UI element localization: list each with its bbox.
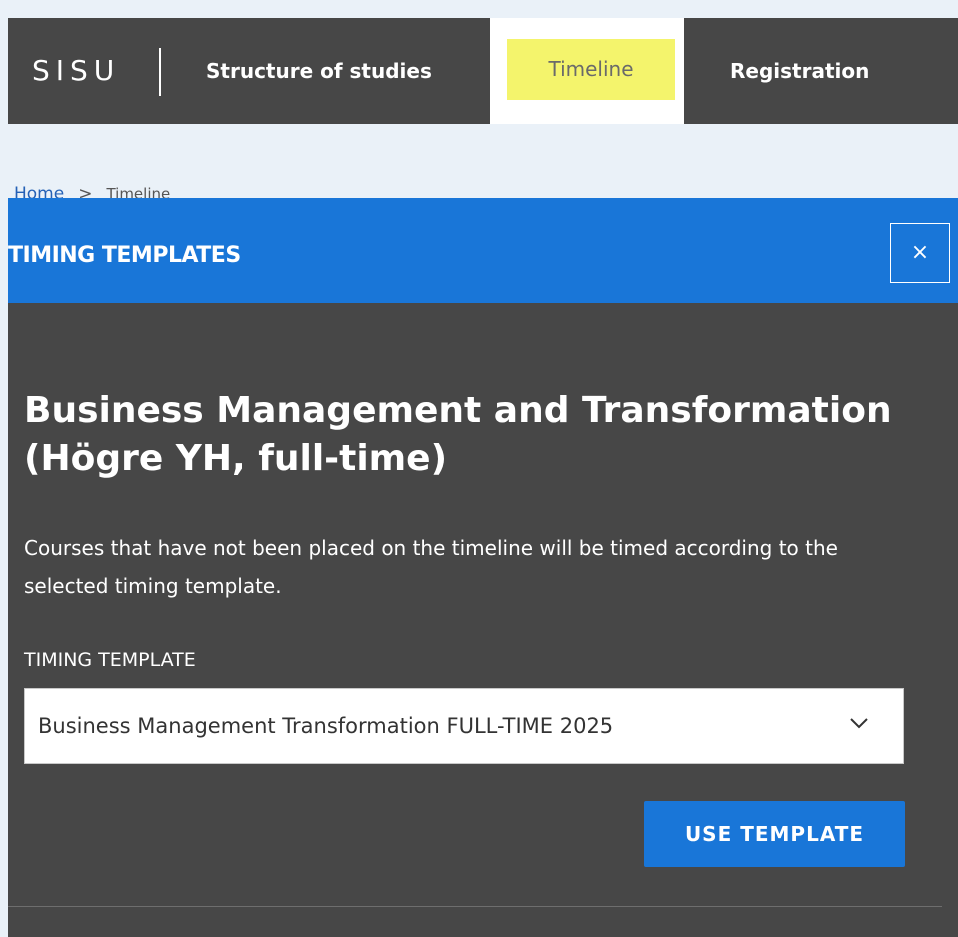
modal-divider <box>8 906 942 907</box>
logo-divider <box>159 48 161 96</box>
sisu-logo[interactable]: SISU <box>32 18 120 124</box>
modal-title: TIMING TEMPLATES <box>8 243 241 268</box>
nav-timeline-label[interactable]: Timeline <box>507 39 675 100</box>
close-icon: × <box>910 240 930 265</box>
top-navigation-bar: SISU Structure of studies Timeline Regis… <box>8 18 958 124</box>
modal-body: Business Management and Transformation (… <box>8 303 958 937</box>
use-template-button[interactable]: USE TEMPLATE <box>644 801 905 867</box>
timing-template-label: TIMING TEMPLATE <box>24 649 196 671</box>
timing-template-selected-value: Business Management Transformation FULL-… <box>38 714 614 738</box>
nav-structure-of-studies[interactable]: Structure of studies <box>206 18 432 124</box>
timing-template-select[interactable]: Business Management Transformation FULL-… <box>24 688 904 764</box>
template-description: Courses that have not been placed on the… <box>24 536 838 598</box>
close-button[interactable]: × <box>890 223 950 283</box>
nav-registration[interactable]: Registration <box>730 18 869 124</box>
chevron-down-icon <box>850 718 868 729</box>
nav-timeline-tab[interactable]: Timeline <box>490 18 684 124</box>
modal-header: TIMING TEMPLATES × <box>8 198 958 303</box>
programme-title: Business Management and Transformation (… <box>24 390 892 479</box>
